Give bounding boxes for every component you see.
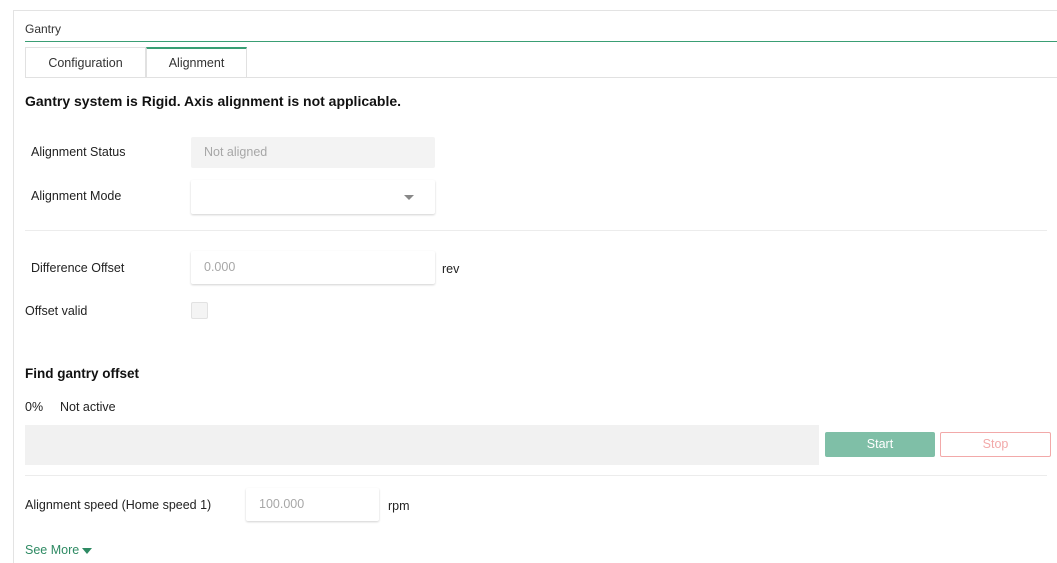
progress-state: Not active <box>60 400 116 414</box>
alignment-speed-field[interactable]: 100.000 <box>246 488 379 521</box>
difference-offset-label: Difference Offset <box>31 261 125 275</box>
tab-alignment[interactable]: Alignment <box>146 47 247 77</box>
section-divider-2 <box>25 475 1047 476</box>
section-divider <box>25 230 1047 231</box>
alignment-status-field: Not aligned <box>191 137 435 168</box>
rigid-notice: Gantry system is Rigid. Axis alignment i… <box>25 93 402 109</box>
alignment-speed-unit: rpm <box>388 499 410 513</box>
offset-valid-checkbox <box>191 302 208 319</box>
offset-valid-label: Offset valid <box>25 304 88 318</box>
start-button[interactable]: Start <box>825 432 935 457</box>
see-more-label: See More <box>25 543 80 557</box>
alignment-speed-label: Alignment speed (Home speed 1) <box>25 498 212 512</box>
alignment-mode-label: Alignment Mode <box>31 189 122 203</box>
progress-bar <box>25 425 819 465</box>
caret-down-icon <box>82 547 93 554</box>
find-offset-heading: Find gantry offset <box>25 366 139 381</box>
difference-offset-unit: rev <box>442 262 460 276</box>
progress-percent: 0% <box>25 400 44 414</box>
tab-configuration[interactable]: Configuration <box>25 47 146 77</box>
chevron-down-icon <box>404 195 414 200</box>
difference-offset-field[interactable]: 0.000 <box>191 251 435 284</box>
alignment-status-value: Not aligned <box>204 145 268 159</box>
panel-title: Gantry <box>25 22 62 36</box>
alignment-status-label: Alignment Status <box>31 145 126 159</box>
difference-offset-value: 0.000 <box>204 260 236 274</box>
tab-rule <box>25 77 1057 78</box>
alignment-mode-select[interactable] <box>191 180 435 214</box>
title-rule <box>25 41 1057 42</box>
alignment-speed-value: 100.000 <box>259 497 305 511</box>
see-more-link[interactable]: See More <box>25 543 93 557</box>
stop-button[interactable]: Stop <box>940 432 1051 457</box>
